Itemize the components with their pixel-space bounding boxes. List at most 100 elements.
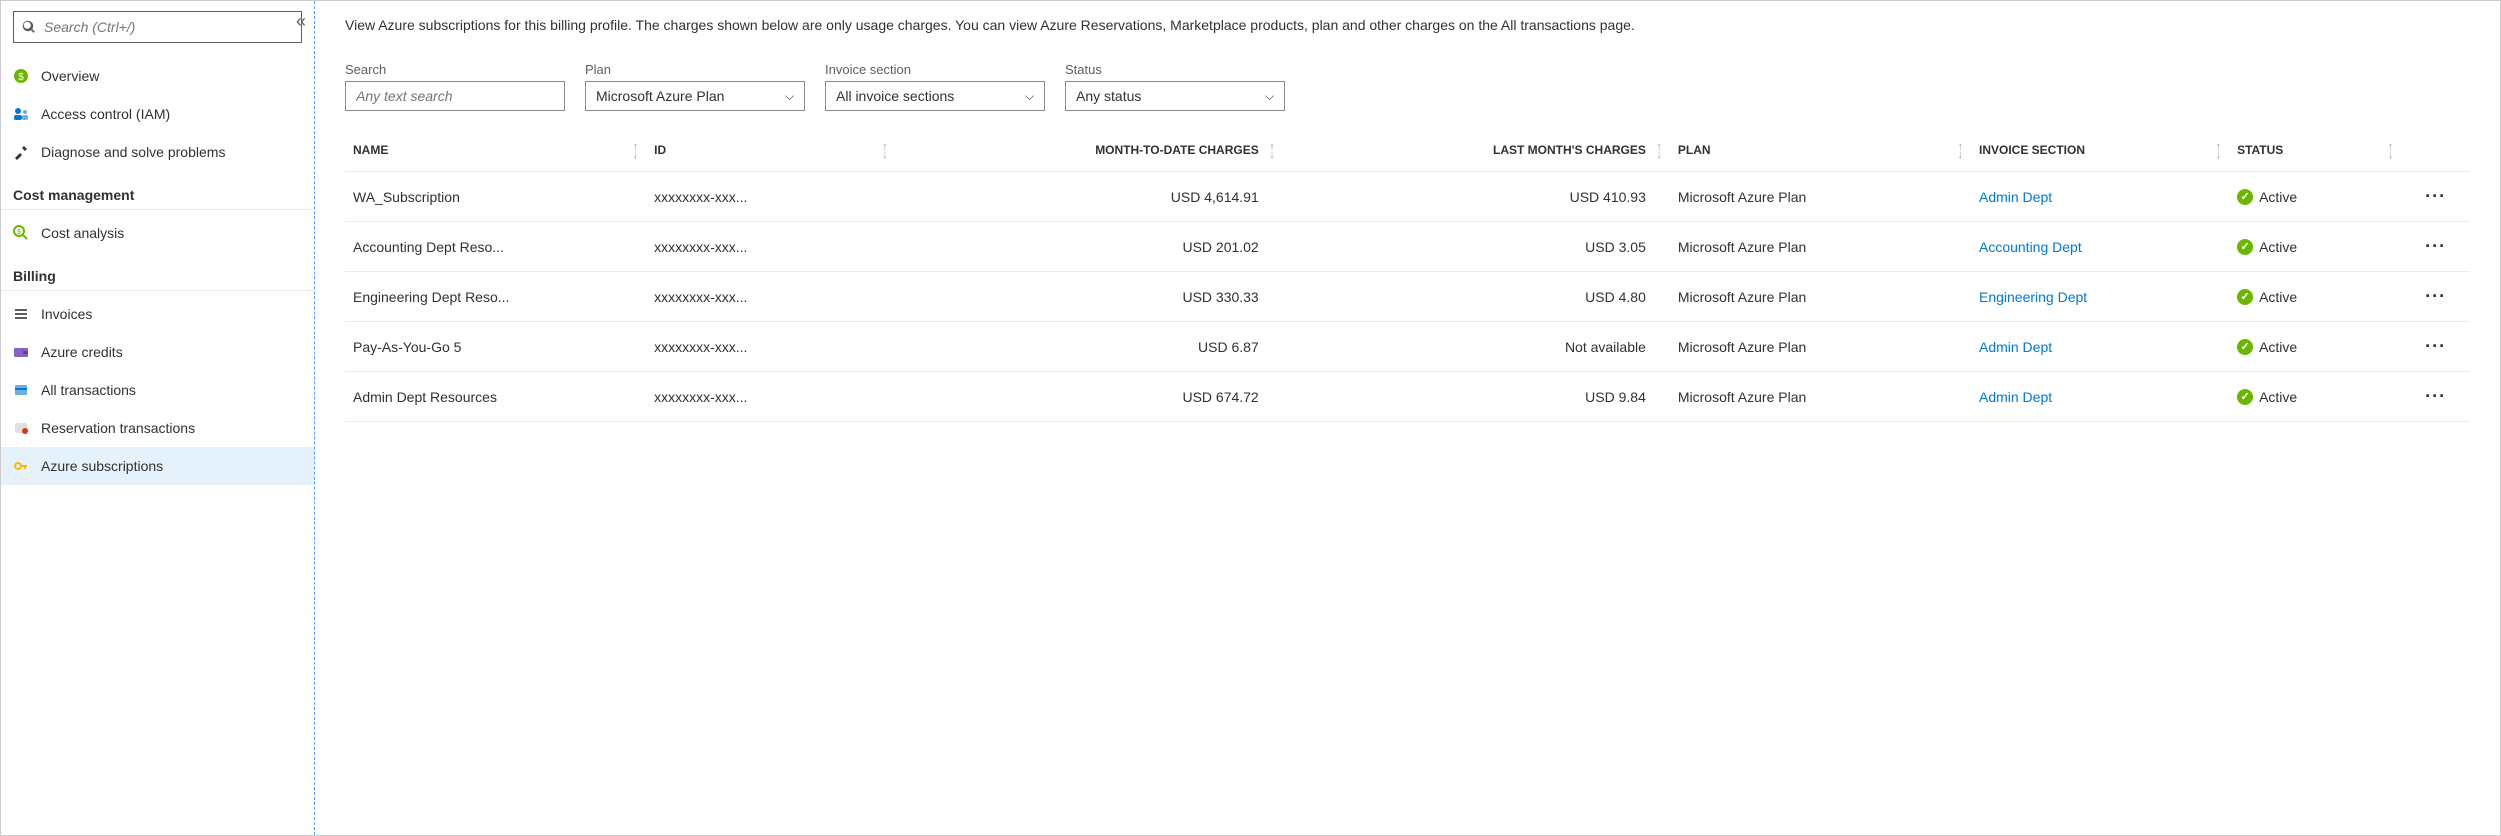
cell-status: Active	[2229, 222, 2401, 272]
wallet-icon	[13, 344, 41, 360]
row-menu-button[interactable]: ···	[2401, 322, 2470, 372]
col-status[interactable]: Status↑↓	[2229, 129, 2401, 172]
main-content: View Azure subscriptions for this billin…	[315, 1, 2500, 835]
filter-invoice-label: Invoice section	[825, 62, 1045, 77]
cell-status: Active	[2229, 372, 2401, 422]
collapse-sidebar-icon[interactable]: «	[296, 11, 306, 32]
search-icon	[22, 20, 36, 34]
list-icon	[13, 306, 41, 322]
sidebar-item-all-transactions[interactable]: All transactions	[1, 371, 314, 409]
filter-status-value: Any status	[1076, 88, 1141, 104]
table-row[interactable]: Pay-As-You-Go 5 xxxxxxxx-xxx... USD 6.87…	[345, 322, 2470, 372]
filter-invoice-value: All invoice sections	[836, 88, 954, 104]
sidebar-item-azure-credits[interactable]: Azure credits	[1, 333, 314, 371]
sidebar-item-reservation-transactions[interactable]: Reservation transactions	[1, 409, 314, 447]
cell-plan: Microsoft Azure Plan	[1670, 222, 1971, 272]
filter-search-input[interactable]	[345, 81, 565, 111]
cell-mtd: USD 6.87	[896, 322, 1283, 372]
filter-plan-select[interactable]: Microsoft Azure Plan ⌵	[585, 81, 805, 111]
cell-id: xxxxxxxx-xxx...	[646, 172, 895, 222]
filter-bar: Search Plan Microsoft Azure Plan ⌵ Invoi…	[345, 62, 2470, 111]
row-menu-button[interactable]: ···	[2401, 372, 2470, 422]
chevron-down-icon: ⌵	[1025, 89, 1034, 104]
table-row[interactable]: Engineering Dept Reso... xxxxxxxx-xxx...…	[345, 272, 2470, 322]
nav-heading-billing: Billing	[1, 252, 314, 291]
cell-last: USD 9.84	[1283, 372, 1670, 422]
success-icon	[2237, 389, 2253, 405]
cell-invoice[interactable]: Engineering Dept	[1971, 272, 2229, 322]
cell-id: xxxxxxxx-xxx...	[646, 222, 895, 272]
sidebar-item-invoices[interactable]: Invoices	[1, 295, 314, 333]
sidebar-item-label: All transactions	[41, 382, 136, 398]
sidebar-item-diagnose[interactable]: Diagnose and solve problems	[1, 133, 314, 171]
col-id[interactable]: ID↑↓	[646, 129, 895, 172]
sidebar-item-cost-analysis[interactable]: $ Cost analysis	[1, 214, 314, 252]
sidebar-search[interactable]	[13, 11, 302, 43]
svg-text:$: $	[17, 229, 21, 236]
cell-name: Accounting Dept Reso...	[345, 222, 646, 272]
sidebar: « $ Overview Access control (IAM) Diagno…	[1, 1, 315, 835]
sidebar-item-label: Cost analysis	[41, 225, 124, 241]
cell-plan: Microsoft Azure Plan	[1670, 172, 1971, 222]
col-invoice[interactable]: Invoice section↑↓	[1971, 129, 2229, 172]
cell-invoice[interactable]: Accounting Dept	[1971, 222, 2229, 272]
cell-mtd: USD 330.33	[896, 272, 1283, 322]
table-row[interactable]: WA_Subscription xxxxxxxx-xxx... USD 4,61…	[345, 172, 2470, 222]
col-last[interactable]: Last month's charges↑↓	[1283, 129, 1670, 172]
cell-plan: Microsoft Azure Plan	[1670, 322, 1971, 372]
cell-status: Active	[2229, 172, 2401, 222]
cell-id: xxxxxxxx-xxx...	[646, 372, 895, 422]
sort-icon: ↑↓	[2388, 143, 2394, 159]
table-header-row: Name↑↓ ID↑↓ Month-to-date charges↑↓ Last…	[345, 129, 2470, 172]
nav-heading-cost-management: Cost management	[1, 171, 314, 210]
filter-status-select[interactable]: Any status ⌵	[1065, 81, 1285, 111]
key-icon	[13, 458, 41, 474]
col-name[interactable]: Name↑↓	[345, 129, 646, 172]
success-icon	[2237, 239, 2253, 255]
chevron-down-icon: ⌵	[785, 89, 794, 104]
cell-last: USD 410.93	[1283, 172, 1670, 222]
table-row[interactable]: Accounting Dept Reso... xxxxxxxx-xxx... …	[345, 222, 2470, 272]
success-icon	[2237, 289, 2253, 305]
table-row[interactable]: Admin Dept Resources xxxxxxxx-xxx... USD…	[345, 372, 2470, 422]
sidebar-search-input[interactable]	[44, 19, 293, 35]
cell-invoice[interactable]: Admin Dept	[1971, 322, 2229, 372]
sort-icon: ↑↓	[1957, 143, 1963, 159]
filter-plan-label: Plan	[585, 62, 805, 77]
cell-plan: Microsoft Azure Plan	[1670, 372, 1971, 422]
filter-invoice-select[interactable]: All invoice sections ⌵	[825, 81, 1045, 111]
filter-plan-value: Microsoft Azure Plan	[596, 88, 724, 104]
col-mtd[interactable]: Month-to-date charges↑↓	[896, 129, 1283, 172]
cell-invoice[interactable]: Admin Dept	[1971, 372, 2229, 422]
cell-last: USD 4.80	[1283, 272, 1670, 322]
cell-plan: Microsoft Azure Plan	[1670, 272, 1971, 322]
page-description: View Azure subscriptions for this billin…	[345, 15, 2445, 36]
cell-invoice[interactable]: Admin Dept	[1971, 172, 2229, 222]
row-menu-button[interactable]: ···	[2401, 222, 2470, 272]
cell-name: WA_Subscription	[345, 172, 646, 222]
row-menu-button[interactable]: ···	[2401, 172, 2470, 222]
sort-icon: ↑↓	[1269, 143, 1275, 159]
col-plan[interactable]: Plan↑↓	[1670, 129, 1971, 172]
filter-status-label: Status	[1065, 62, 1285, 77]
chevron-down-icon: ⌵	[1265, 89, 1274, 104]
sidebar-item-azure-subscriptions[interactable]: Azure subscriptions	[1, 447, 314, 485]
sort-icon: ↑↓	[882, 143, 888, 159]
sidebar-item-label: Azure credits	[41, 344, 123, 360]
overview-icon: $	[13, 68, 41, 84]
success-icon	[2237, 189, 2253, 205]
row-menu-button[interactable]: ···	[2401, 272, 2470, 322]
sort-icon: ↑↓	[2216, 143, 2222, 159]
sidebar-item-overview[interactable]: $ Overview	[1, 57, 314, 95]
sidebar-item-access-control[interactable]: Access control (IAM)	[1, 95, 314, 133]
sidebar-item-label: Azure subscriptions	[41, 458, 163, 474]
tools-icon	[13, 144, 41, 160]
cell-mtd: USD 4,614.91	[896, 172, 1283, 222]
cell-name: Pay-As-You-Go 5	[345, 322, 646, 372]
cell-mtd: USD 201.02	[896, 222, 1283, 272]
sidebar-item-label: Invoices	[41, 306, 92, 322]
sort-icon: ↑↓	[633, 143, 639, 159]
cell-status: Active	[2229, 322, 2401, 372]
sidebar-item-label: Access control (IAM)	[41, 106, 170, 122]
cell-id: xxxxxxxx-xxx...	[646, 322, 895, 372]
